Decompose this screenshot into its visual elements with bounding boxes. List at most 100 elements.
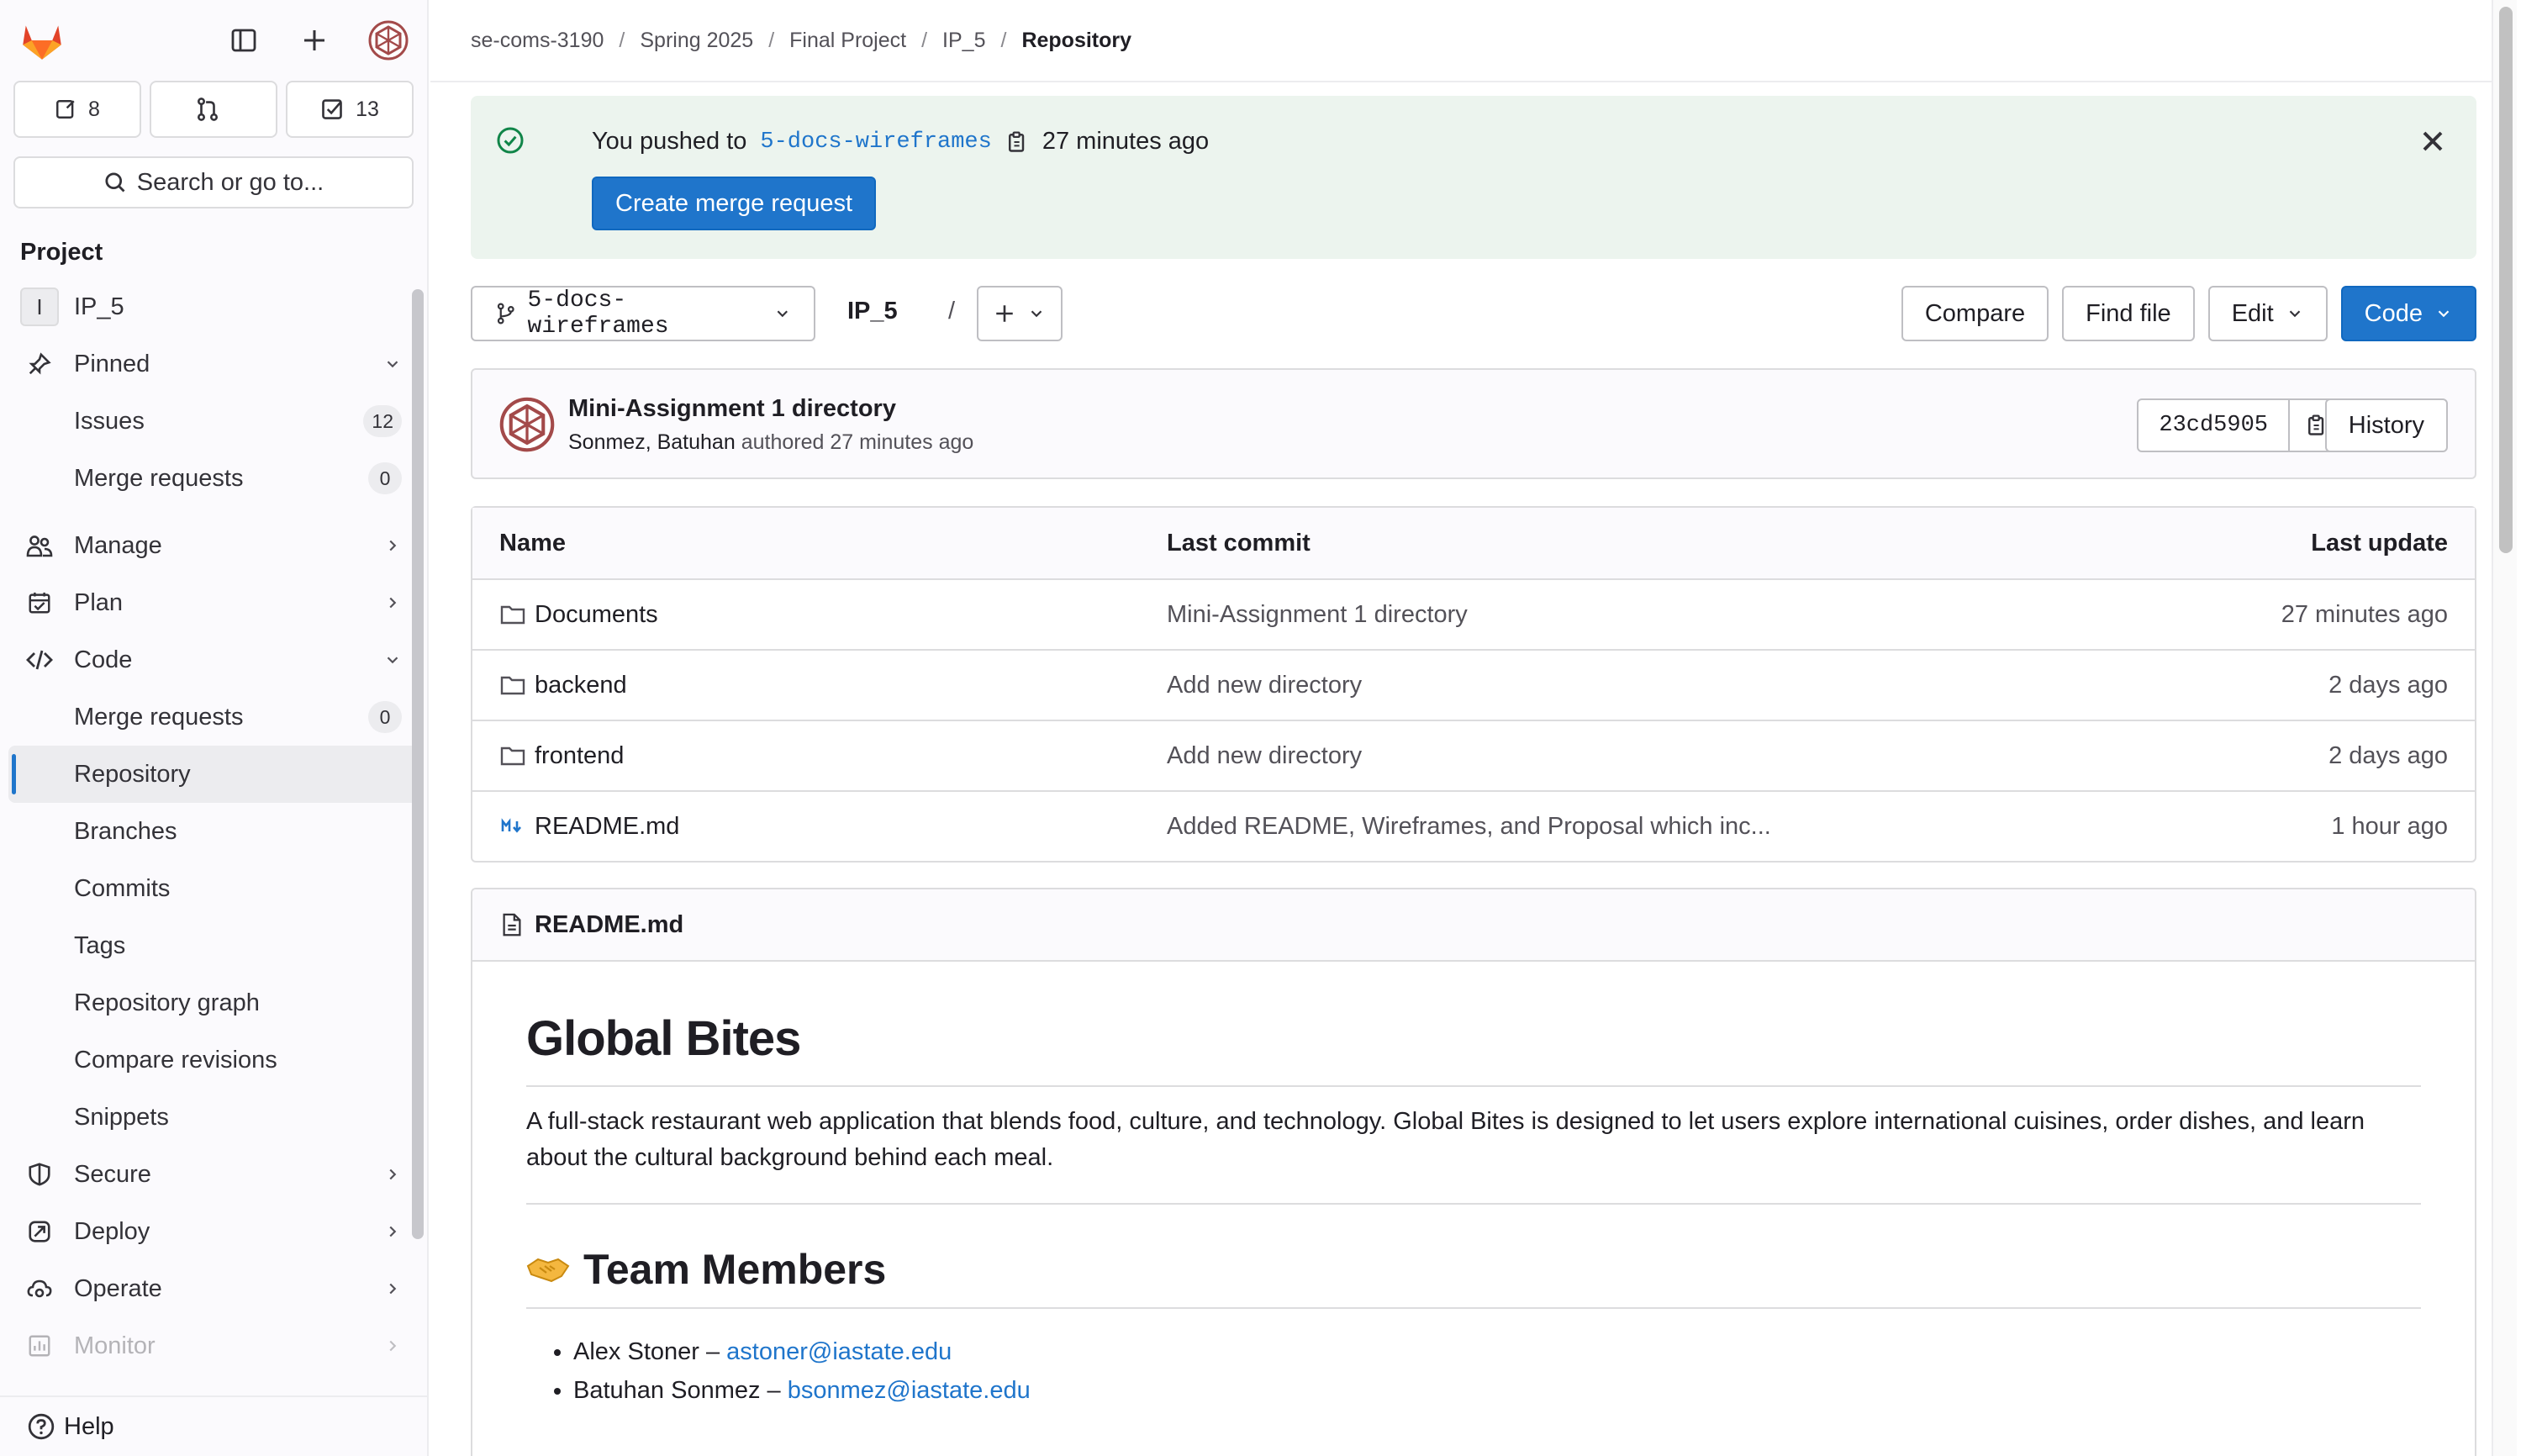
handshake-icon — [526, 1258, 570, 1283]
sidebar-item-operate[interactable]: Operate — [8, 1260, 419, 1317]
sidebar-item-secure[interactable]: Secure — [8, 1146, 419, 1203]
sidebar-item-label: Commits — [74, 874, 171, 902]
breadcrumb-separator: / — [619, 28, 625, 52]
sidebar-item-pinned-merge-requests[interactable]: Merge requests 0 — [8, 450, 419, 507]
sidebar-item-manage[interactable]: Manage — [8, 517, 419, 574]
sidebar-item-repository-graph[interactable]: Repository graph — [8, 974, 419, 1031]
folder-icon — [500, 605, 525, 625]
edit-dropdown-button[interactable]: Edit — [2207, 286, 2328, 341]
copy-icon[interactable] — [1005, 130, 1029, 154]
sidebar-scrollbar[interactable] — [412, 289, 424, 1239]
help-button[interactable]: Help — [0, 1395, 427, 1456]
sidebar-item-label: Merge requests — [74, 703, 244, 731]
find-file-button[interactable]: Find file — [2062, 286, 2195, 341]
plus-icon — [996, 305, 1013, 322]
code-dropdown-button[interactable]: Code — [2340, 286, 2476, 341]
last-commit-message[interactable]: Add new directory — [1167, 742, 1362, 770]
sidebar-section-title: Project — [20, 239, 103, 266]
member-name: Batuhan Sonmez – — [573, 1377, 788, 1404]
project-avatar: I — [20, 288, 59, 326]
last-commit-message[interactable]: Mini-Assignment 1 directory — [1167, 601, 1468, 629]
table-row[interactable]: backend Add new directory 2 days ago — [472, 649, 2475, 720]
pin-icon — [25, 350, 54, 378]
file-name-cell[interactable]: frontend — [499, 742, 624, 770]
chevron-down-icon — [2438, 310, 2450, 318]
gitlab-logo-icon[interactable] — [18, 17, 66, 64]
compare-button[interactable]: Compare — [1901, 286, 2049, 341]
member-email-link[interactable]: astoner@iastate.edu — [726, 1338, 952, 1365]
file-name: README.md — [535, 812, 680, 840]
sidebar-item-deploy[interactable]: Deploy — [8, 1203, 419, 1260]
users-icon — [25, 531, 54, 560]
merge-requests-count-button[interactable] — [150, 81, 277, 138]
cloud-gear-icon — [25, 1274, 54, 1303]
sidebar-item-label: Branches — [74, 817, 177, 845]
last-commit-message[interactable]: Add new directory — [1167, 672, 1362, 699]
branch-name: 5-docs-wireframes — [527, 288, 669, 340]
sidebar-item-compare-revisions[interactable]: Compare revisions — [8, 1031, 419, 1089]
scrollbar-thumb[interactable] — [2499, 7, 2513, 553]
sidebar-item-code[interactable]: Code — [8, 631, 419, 688]
history-button[interactable]: History — [2324, 398, 2448, 452]
last-commit-message[interactable]: Added README, Wireframes, and Proposal w… — [1167, 813, 1771, 841]
file-name-cell[interactable]: README.md — [499, 813, 679, 841]
create-new-icon[interactable] — [298, 24, 331, 57]
help-label: Help — [64, 1412, 114, 1440]
page-scrollbar[interactable] — [2492, 0, 2517, 1456]
last-update: 2 days ago — [2328, 741, 2448, 769]
table-row[interactable]: frontend Add new directory 2 days ago — [472, 720, 2475, 790]
breadcrumb-item[interactable]: IP_5 — [942, 29, 985, 53]
add-to-tree-button[interactable] — [977, 286, 1063, 341]
check-circle-icon — [497, 127, 524, 154]
breadcrumb-item[interactable]: Spring 2025 — [640, 29, 753, 53]
sidebar-item-branches[interactable]: Branches — [8, 803, 419, 860]
breadcrumb-current[interactable]: Repository — [1021, 29, 1131, 53]
file-name-cell[interactable]: Documents — [499, 601, 658, 629]
file-name-cell[interactable]: backend — [499, 672, 627, 699]
commit-author[interactable]: Sonmez, Batuhan — [568, 430, 736, 454]
table-row[interactable]: README.md Added README, Wireframes, and … — [472, 790, 2475, 861]
user-avatar[interactable] — [368, 20, 409, 61]
sidebar-item-issues[interactable]: Issues 12 — [8, 393, 419, 450]
column-header-name: Name — [499, 529, 566, 557]
search-button[interactable]: Search or go to... — [13, 156, 414, 208]
sidebar-item-label: Deploy — [74, 1217, 150, 1245]
author-avatar[interactable] — [499, 397, 555, 452]
repo-path-root[interactable]: IP_5 — [847, 298, 898, 325]
commit-title[interactable]: Mini-Assignment 1 directory — [568, 395, 896, 423]
file-tree-table: Name Last commit Last update Documents M… — [471, 506, 2476, 863]
search-label: Search or go to... — [136, 168, 324, 196]
commit-authored-time: authored 27 minutes ago — [741, 430, 974, 454]
question-icon — [28, 1413, 55, 1440]
close-icon[interactable] — [2416, 124, 2450, 158]
sidebar-item-snippets[interactable]: Snippets — [8, 1089, 419, 1146]
readme-filename[interactable]: README.md — [535, 911, 683, 939]
readme-description: A full-stack restaurant web application … — [526, 1104, 2421, 1205]
readme-title: Global Bites — [526, 1010, 2421, 1087]
collapse-sidebar-icon[interactable] — [227, 24, 261, 57]
sidebar-item-commits[interactable]: Commits — [8, 860, 419, 917]
branch-selector[interactable]: 5-docs-wireframes — [471, 286, 815, 341]
commit-sha[interactable]: 23cd5905 — [2137, 398, 2290, 452]
breadcrumb-item[interactable]: se-coms-3190 — [471, 29, 604, 53]
sidebar-item-project[interactable]: I IP_5 — [8, 278, 419, 335]
sidebar-item-repository[interactable]: Repository — [8, 746, 419, 803]
table-row[interactable]: Documents Mini-Assignment 1 directory 27… — [472, 578, 2475, 649]
issues-count-button[interactable]: 8 — [13, 81, 141, 138]
sidebar-item-monitor[interactable]: Monitor — [8, 1317, 419, 1374]
sidebar-item-tags[interactable]: Tags — [8, 917, 419, 974]
sidebar-item-code-merge-requests[interactable]: Merge requests 0 — [8, 688, 419, 746]
sidebar-item-label: Pinned — [74, 350, 150, 377]
code-icon — [25, 646, 54, 674]
folder-icon — [500, 676, 525, 695]
column-header-last-update: Last update — [2311, 529, 2448, 557]
project-name: IP_5 — [74, 293, 124, 320]
sidebar-item-plan[interactable]: Plan — [8, 574, 419, 631]
create-merge-request-button[interactable]: Create merge request — [592, 177, 877, 230]
todos-count-button[interactable]: 13 — [286, 81, 414, 138]
member-email-link[interactable]: bsonmez@iastate.edu — [788, 1377, 1031, 1404]
sidebar-item-pinned[interactable]: Pinned — [8, 335, 419, 393]
last-update: 2 days ago — [2328, 671, 2448, 699]
pushed-branch-link[interactable]: 5-docs-wireframes — [760, 129, 991, 155]
breadcrumb-item[interactable]: Final Project — [789, 29, 906, 53]
